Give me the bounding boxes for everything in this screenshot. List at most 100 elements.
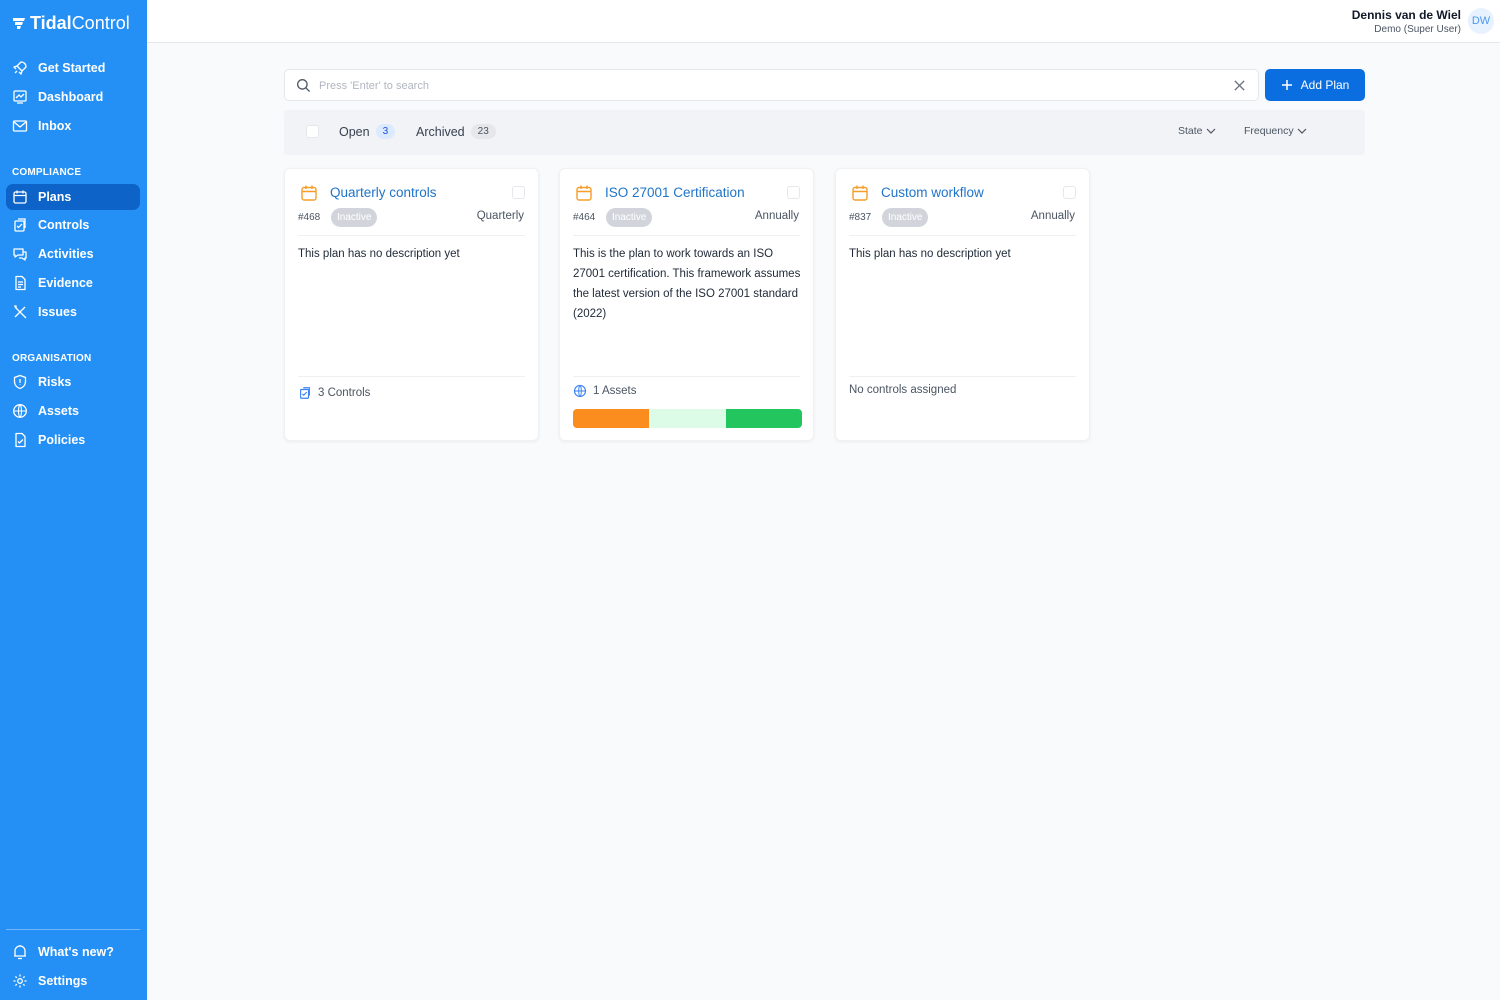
calendar-icon: [13, 190, 27, 204]
nav-inbox-label: Inbox: [38, 119, 72, 133]
plan-footer: 1 Assets: [573, 384, 636, 398]
tab-open-count: 3: [375, 124, 396, 139]
nav-plans[interactable]: Plans: [6, 184, 140, 210]
nav-section-organisation: ORGANISATION: [12, 353, 92, 364]
divider: [298, 235, 525, 236]
plan-number: #837: [849, 212, 872, 223]
nav-whats-new[interactable]: What's new?: [6, 939, 140, 965]
document-icon: [15, 275, 26, 291]
plan-checkbox[interactable]: [512, 186, 525, 199]
megaphone-icon: [14, 945, 26, 960]
plan-card[interactable]: Custom workflow #837 Inactive Annually T…: [835, 168, 1090, 441]
nav-risks[interactable]: Risks: [6, 369, 140, 395]
user-name[interactable]: Dennis van de Wiel: [1352, 8, 1461, 22]
progress-bar: [573, 409, 802, 428]
plan-description: This plan has no description yet: [298, 248, 460, 260]
globe-icon: [13, 404, 27, 418]
nav-get-started-label: Get Started: [38, 61, 106, 75]
plan-footer-label: No controls assigned: [849, 384, 957, 396]
nav-evidence-label: Evidence: [38, 276, 93, 290]
nav-section-compliance: COMPLIANCE: [12, 167, 82, 178]
nav-inbox[interactable]: Inbox: [6, 113, 140, 139]
nav-settings[interactable]: Settings: [6, 968, 140, 994]
divider: [849, 235, 1076, 236]
logo-text-bold: Tidal: [30, 12, 72, 33]
frequency-filter-label: Frequency: [1244, 125, 1294, 137]
plan-card[interactable]: ISO 27001 Certification #464 Inactive An…: [559, 168, 814, 441]
plan-number: #468: [298, 212, 321, 223]
progress-segment: [725, 409, 802, 428]
nav-plans-label: Plans: [38, 190, 72, 204]
top-header: Dennis van de Wiel Demo (Super User) DW: [147, 0, 1500, 43]
status-badge: Inactive: [882, 208, 929, 227]
nav-settings-label: Settings: [38, 974, 88, 988]
plan-description: This plan has no description yet: [849, 248, 1011, 260]
chart-icon: [13, 90, 27, 104]
search-icon: [297, 79, 311, 93]
plan-card[interactable]: Quarterly controls #468 Inactive Quarter…: [284, 168, 539, 441]
nav-issues[interactable]: Issues: [6, 299, 140, 325]
progress-segment: [573, 409, 650, 428]
status-badge: Inactive: [606, 208, 653, 227]
nav-issues-label: Issues: [38, 305, 77, 319]
calendar-icon: [301, 185, 317, 201]
policy-icon: [15, 432, 26, 448]
tab-archived[interactable]: Archived 23: [416, 124, 496, 139]
logo-text-light: Control: [71, 12, 130, 33]
nav-controls[interactable]: Controls: [6, 212, 140, 238]
progress-segment: [649, 409, 726, 428]
plan-title[interactable]: ISO 27001 Certification: [605, 185, 745, 200]
logo-icon: [13, 18, 25, 29]
plan-checkbox[interactable]: [1063, 186, 1076, 199]
calendar-icon: [576, 185, 592, 201]
nav-assets-label: Assets: [38, 404, 79, 418]
plan-frequency: Annually: [754, 210, 799, 222]
filter-bar: Open 3 Archived 23 State Frequency: [284, 110, 1365, 155]
shield-icon: [13, 374, 27, 390]
nav-evidence[interactable]: Evidence: [6, 270, 140, 296]
close-icon[interactable]: [1233, 79, 1246, 92]
divider: [298, 376, 525, 377]
plan-frequency: Quarterly: [476, 210, 524, 222]
clipboard-icon: [300, 387, 310, 399]
divider: [573, 235, 800, 236]
nav-controls-label: Controls: [38, 218, 90, 232]
plus-icon: [1281, 80, 1292, 90]
plan-title[interactable]: Quarterly controls: [330, 185, 437, 200]
avatar[interactable]: DW: [1468, 8, 1494, 34]
nav-dashboard[interactable]: Dashboard: [6, 84, 140, 110]
logo[interactable]: Tidal Control: [12, 12, 130, 34]
nav-assets[interactable]: Assets: [6, 398, 140, 424]
nav-policies[interactable]: Policies: [6, 427, 140, 453]
frequency-filter-dropdown[interactable]: Frequency: [1244, 125, 1308, 137]
globe-icon: [573, 384, 587, 398]
plan-description: This is the plan to work towards an ISO …: [573, 248, 801, 320]
rocket-icon: [13, 61, 27, 75]
add-plan-button[interactable]: Add Plan: [1265, 69, 1365, 101]
tab-open[interactable]: Open 3: [339, 124, 396, 139]
plan-footer: No controls assigned: [849, 384, 956, 396]
tab-archived-count: 23: [470, 124, 496, 139]
nav-activities-label: Activities: [38, 247, 94, 261]
clipboard-icon: [14, 218, 26, 232]
nav-whats-new-label: What's new?: [38, 945, 114, 959]
search-input[interactable]: [319, 76, 1199, 96]
state-filter-dropdown[interactable]: State: [1178, 125, 1217, 137]
state-filter-label: State: [1178, 125, 1203, 137]
tools-icon: [14, 305, 27, 319]
divider: [573, 376, 800, 377]
plan-title[interactable]: Custom workflow: [881, 185, 984, 200]
nav-activities[interactable]: Activities: [6, 241, 140, 267]
user-role: Demo (Super User): [1374, 24, 1461, 35]
nav-get-started[interactable]: Get Started: [6, 55, 140, 81]
chat-icon: [13, 248, 27, 261]
plan-frequency: Annually: [1030, 210, 1075, 222]
plan-checkbox[interactable]: [787, 186, 800, 199]
select-all-checkbox[interactable]: [306, 125, 319, 138]
search-bar: [284, 69, 1259, 101]
divider: [849, 376, 1076, 377]
plan-footer-label: 3 Controls: [318, 387, 371, 399]
gear-icon: [13, 974, 27, 988]
tab-open-label: Open: [339, 124, 370, 139]
status-badge: Inactive: [331, 208, 378, 227]
